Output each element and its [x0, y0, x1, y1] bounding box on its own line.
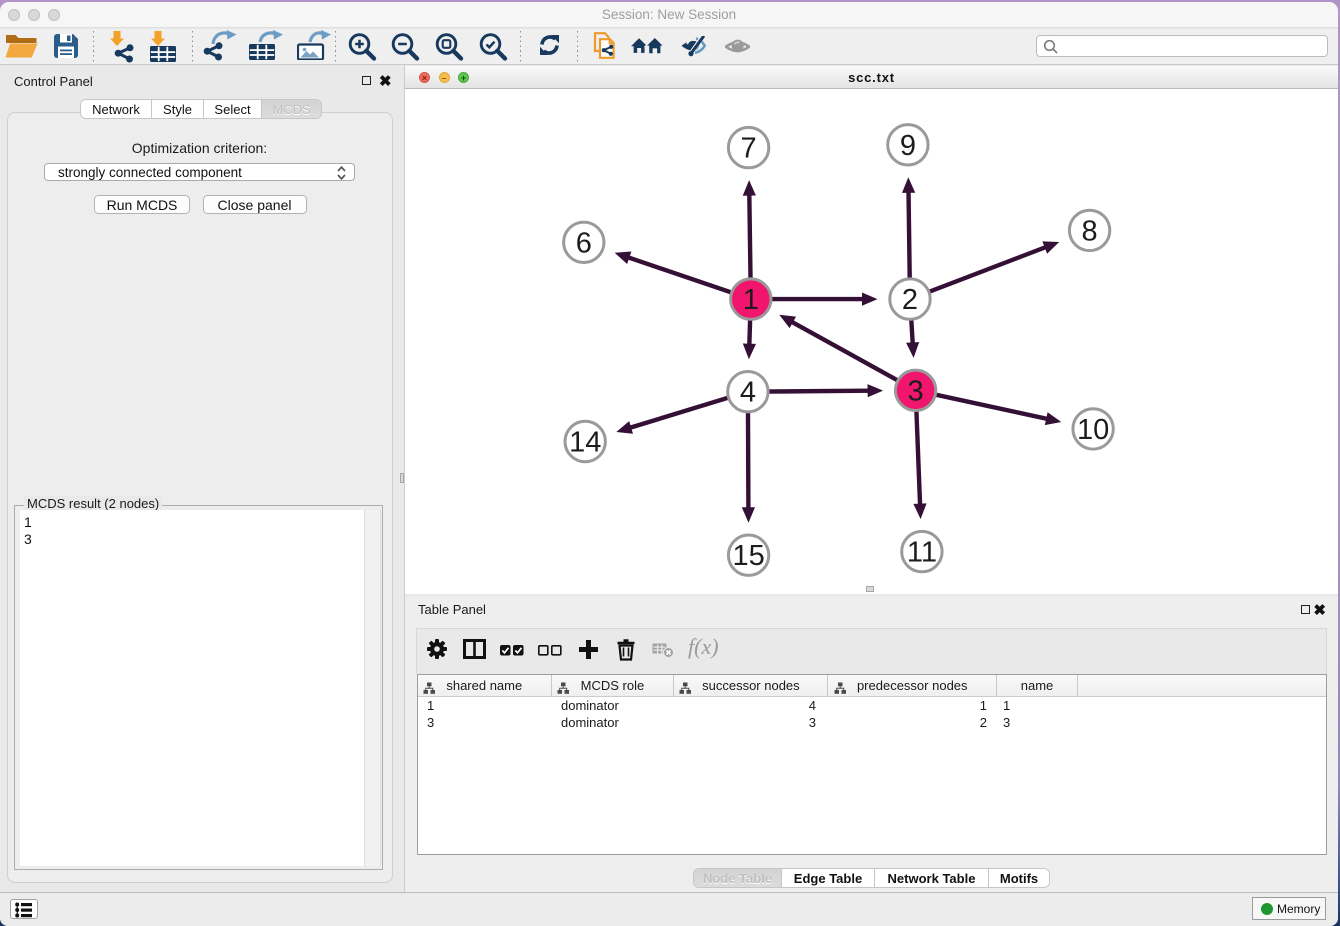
svg-text:14: 14 — [569, 427, 601, 459]
svg-text:1: 1 — [743, 284, 759, 316]
svg-text:11: 11 — [907, 537, 937, 569]
svg-text:2: 2 — [902, 284, 918, 316]
svg-text:7: 7 — [741, 133, 757, 165]
svg-text:3: 3 — [908, 375, 924, 407]
svg-text:6: 6 — [576, 227, 592, 259]
svg-text:4: 4 — [740, 377, 756, 409]
svg-text:10: 10 — [1077, 414, 1109, 446]
svg-text:9: 9 — [900, 130, 916, 162]
svg-text:8: 8 — [1082, 215, 1098, 247]
svg-text:15: 15 — [732, 540, 764, 572]
